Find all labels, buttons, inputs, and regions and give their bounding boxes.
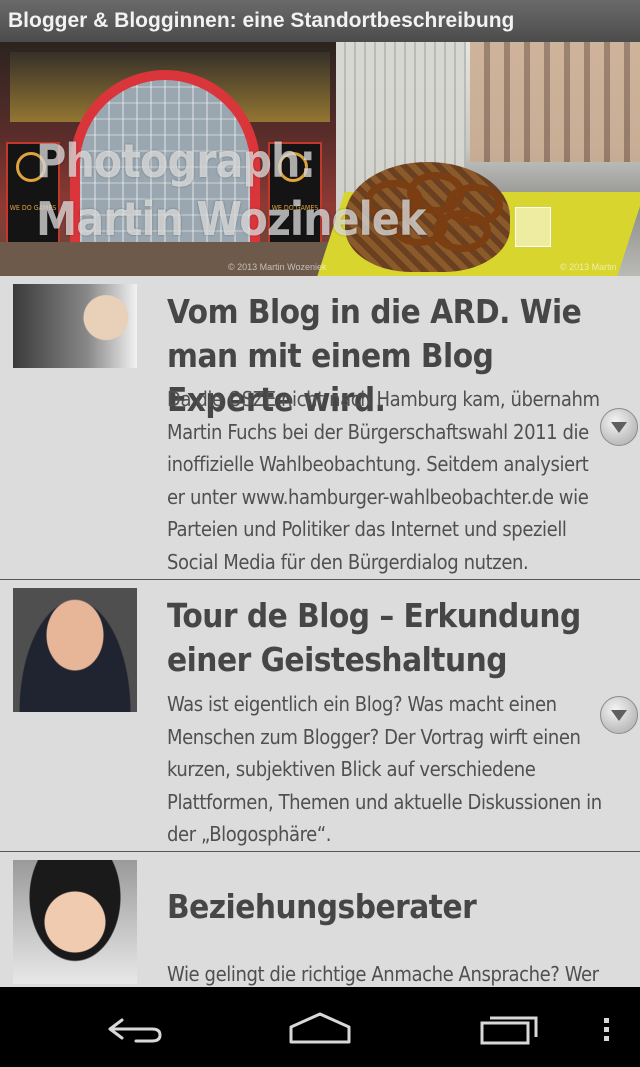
header-image: WE DO GAMES WE DO GAMES Photograph: Mart… — [0, 42, 640, 276]
session-description: Was ist eigentlich ein Blog? Was macht e… — [167, 692, 602, 846]
recent-apps-button[interactable] — [448, 987, 568, 1067]
app-title: Blogger & Blogginnen: eine Standortbesch… — [0, 0, 640, 42]
home-button[interactable] — [260, 987, 380, 1067]
list-item[interactable]: Vom Blog in die ARD. Wie man mit einem B… — [0, 276, 640, 580]
back-icon — [108, 1018, 162, 1043]
list-item[interactable]: Tour de Blog – Erkundung einer Geistesha… — [0, 580, 640, 852]
navigation-bar — [0, 987, 640, 1067]
photo-credit-watermark: Photograph: Martin Wozinelek — [36, 134, 426, 246]
copyright-left: © 2013 Martin Wozeniek — [228, 262, 327, 272]
overflow-menu-button[interactable] — [560, 987, 640, 1067]
expand-button[interactable] — [600, 696, 638, 734]
session-list: Vom Blog in die ARD. Wie man mit einem B… — [0, 276, 640, 987]
chevron-down-icon — [611, 422, 627, 433]
overflow-menu-icon — [604, 1018, 609, 1041]
session-title: Tour de Blog – Erkundung einer Geistesha… — [167, 596, 581, 679]
session-description: Wie gelingt die richtige Anmache Ansprac… — [167, 962, 599, 986]
session-title: Beziehungsberater — [167, 887, 477, 926]
back-button[interactable] — [74, 987, 194, 1067]
session-description: Da die OSZE nicht nach Hamburg kam, über… — [167, 387, 600, 574]
list-item[interactable]: Beziehungsberater Wie gelingt die richti… — [0, 852, 640, 987]
copyright-right: © 2013 Martin — [560, 262, 617, 272]
home-icon — [289, 1012, 351, 1044]
speaker-avatar — [13, 284, 137, 368]
speaker-avatar — [13, 860, 137, 984]
expand-button[interactable] — [600, 408, 638, 446]
speaker-avatar — [13, 588, 137, 712]
recent-apps-icon — [480, 1016, 538, 1045]
water-glass — [515, 207, 551, 247]
chevron-down-icon — [611, 710, 627, 721]
